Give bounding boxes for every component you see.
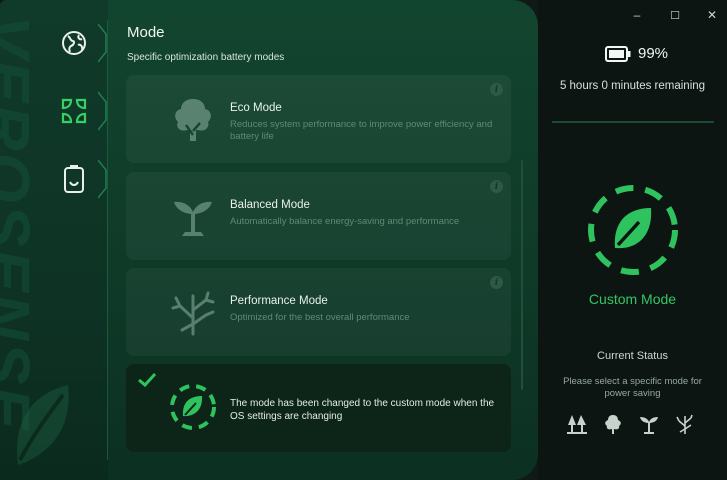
brand-watermark: VEROSENSE xyxy=(0,15,43,432)
close-button[interactable]: ✕ xyxy=(697,5,727,25)
time-remaining: 5 hours 0 minutes remaining xyxy=(559,80,706,92)
status-panel: – ☐ ✕ 99% 5 hours 0 minutes remaining Cu… xyxy=(538,0,727,480)
app-window: VEROSENSE Mode Specific optimization bat… xyxy=(0,0,727,480)
current-mode-label: Custom Mode xyxy=(588,291,677,307)
battery-level-icon xyxy=(605,45,631,62)
sprout-icon xyxy=(174,201,212,236)
globe-icon xyxy=(62,31,86,55)
balanced-mode-name: Balanced Mode xyxy=(230,199,310,211)
info-icon[interactable]: i xyxy=(490,180,503,193)
minimize-button[interactable]: – xyxy=(622,5,652,25)
side-nav xyxy=(52,20,108,224)
sprout-icon xyxy=(638,413,660,435)
custom-mode-icon xyxy=(588,185,678,275)
nav-item-globe[interactable] xyxy=(52,20,107,66)
brand-leaf-icon xyxy=(17,385,69,465)
nav-item-battery[interactable] xyxy=(52,156,107,202)
leaf-mode-icon xyxy=(61,98,87,124)
page-title: Mode xyxy=(127,24,165,41)
battery-status: 99% xyxy=(605,45,668,62)
custom-leaf-icon xyxy=(170,384,216,430)
branch-icon xyxy=(674,413,696,435)
eco-mode-card[interactable]: Eco Mode Reduces system performance to i… xyxy=(126,75,511,163)
branch-icon xyxy=(171,291,215,336)
checkmark-icon xyxy=(138,372,157,388)
mode-icons-row xyxy=(566,413,696,435)
current-status-title: Current Status xyxy=(597,350,668,362)
eco-mode-name: Eco Mode xyxy=(230,102,282,114)
performance-mode-name: Performance Mode xyxy=(230,295,328,307)
custom-mode-message: The mode has been changed to the custom … xyxy=(230,398,495,422)
performance-mode-desc: Optimized for the best overall performan… xyxy=(230,312,410,323)
page-subtitle: Specific optimization battery modes xyxy=(127,52,285,63)
info-icon[interactable]: i xyxy=(490,83,503,96)
eco-mode-desc: Reduces system performance to improve po… xyxy=(230,119,493,142)
performance-mode-card[interactable]: Performance Mode Optimized for the best … xyxy=(126,268,511,356)
battery-icon xyxy=(64,165,84,193)
mode-panel: Mode Specific optimization battery modes… xyxy=(108,0,538,480)
scrollbar[interactable] xyxy=(521,160,523,390)
balanced-mode-desc: Automatically balance energy-saving and … xyxy=(230,216,460,227)
forest-icon xyxy=(566,413,588,435)
tree-icon xyxy=(175,99,211,141)
maximize-button[interactable]: ☐ xyxy=(660,5,690,25)
status-divider xyxy=(552,121,714,123)
info-icon[interactable]: i xyxy=(490,276,503,289)
custom-mode-card[interactable]: The mode has been changed to the custom … xyxy=(126,364,511,452)
nav-item-mode[interactable] xyxy=(52,88,107,134)
tree-icon xyxy=(602,413,624,435)
balanced-mode-card[interactable]: Balanced Mode Automatically balance ener… xyxy=(126,172,511,260)
battery-percentage: 99% xyxy=(638,45,669,62)
current-status-desc: Please select a specific mode for power … xyxy=(563,376,702,399)
